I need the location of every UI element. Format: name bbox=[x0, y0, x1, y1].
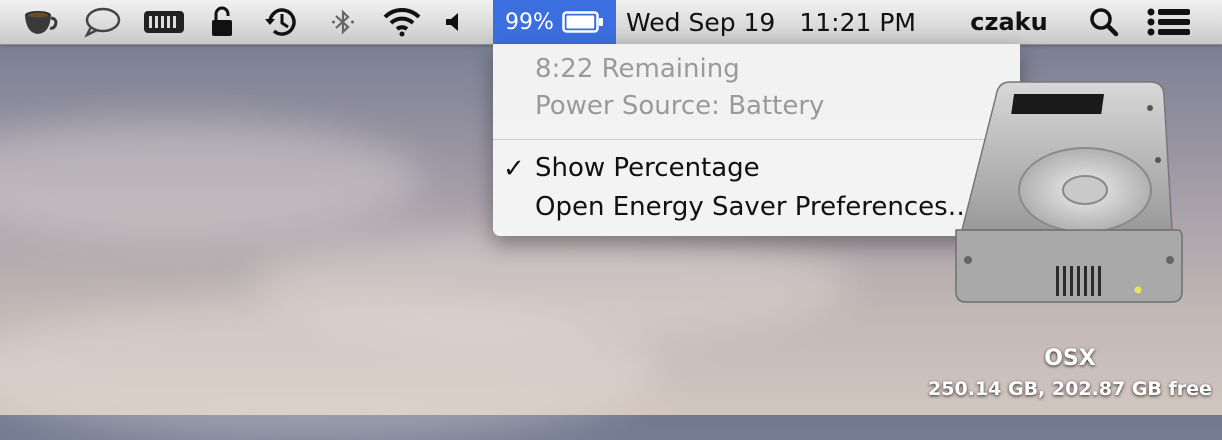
time-machine-icon[interactable] bbox=[260, 0, 304, 44]
battery-grid-icon[interactable] bbox=[140, 0, 188, 44]
battery-fill-level bbox=[566, 15, 595, 29]
desktop-cloud bbox=[0, 300, 660, 440]
spotlight-search-icon[interactable] bbox=[1086, 0, 1122, 44]
coffee-cup-icon[interactable] bbox=[18, 0, 62, 44]
menu-bar: 99% Wed Sep 19 11:21 PM czaku bbox=[0, 0, 1222, 45]
battery-status-menu[interactable]: 99% bbox=[493, 0, 616, 44]
menu-clock[interactable]: Wed Sep 19 11:21 PM bbox=[626, 0, 936, 44]
padlock-icon[interactable] bbox=[204, 0, 240, 44]
menu-separator bbox=[493, 139, 1020, 140]
battery-percentage: 99% bbox=[505, 9, 554, 35]
menu-item-energy-saver-preferences[interactable]: Open Energy Saver Preferences… bbox=[535, 192, 974, 222]
user-menu[interactable]: czaku bbox=[964, 0, 1054, 44]
desktop-cloud bbox=[0, 120, 420, 240]
volume-capacity-label: 250.14 GB, 202.87 GB free bbox=[928, 378, 1212, 400]
volume-icon[interactable] bbox=[438, 0, 468, 44]
wifi-icon[interactable] bbox=[380, 0, 424, 44]
clock-date: Wed Sep 19 bbox=[626, 7, 776, 37]
menu-item-power-source: Power Source: Battery bbox=[535, 91, 825, 121]
speech-bubble-icon[interactable] bbox=[80, 0, 124, 44]
battery-icon bbox=[562, 10, 604, 34]
notification-list-icon[interactable] bbox=[1144, 0, 1194, 44]
clock-time: 11:21 PM bbox=[799, 7, 916, 37]
menu-item-show-percentage[interactable]: Show Percentage bbox=[535, 153, 760, 183]
checkmark-icon: ✓ bbox=[503, 154, 525, 184]
hard-disk-icon[interactable] bbox=[950, 80, 1190, 310]
bluetooth-icon[interactable] bbox=[326, 0, 360, 44]
volume-name-label: OSX bbox=[1044, 346, 1096, 371]
menu-item-time-remaining: 8:22 Remaining bbox=[535, 54, 740, 84]
battery-dropdown-menu: 8:22 Remaining Power Source: Battery ✓ S… bbox=[493, 44, 1020, 236]
